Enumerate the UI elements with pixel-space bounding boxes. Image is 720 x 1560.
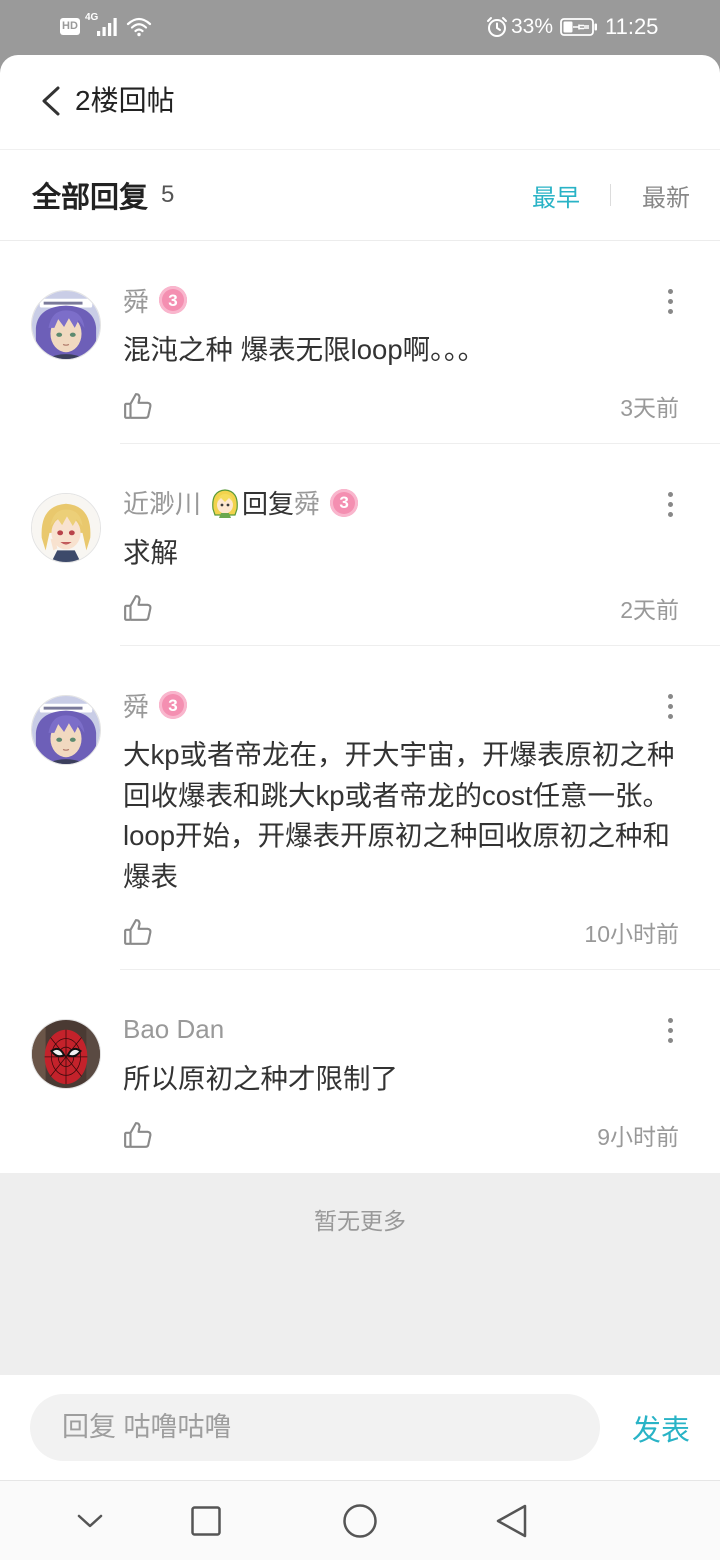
thumbs-up-icon[interactable] xyxy=(123,593,153,623)
reply-input[interactable] xyxy=(30,1394,600,1461)
reply-content-line: 回收爆表和跳大kp或者帝龙的cost任意一张。 xyxy=(123,779,670,811)
sort-earliest-tab[interactable]: 最早 xyxy=(532,178,580,213)
reply-item[interactable]: Bao Dan 所以原初之种才限制了 9小时前 xyxy=(0,970,720,1173)
reply-item[interactable]: 近渺川 回复 舜 3 求解 2天前 xyxy=(0,444,720,646)
reply-bar: 发表 xyxy=(0,1375,720,1480)
reply-content-line: 所以原初之种才限制了 xyxy=(123,1063,398,1094)
reply-content[interactable]: 大kp或者帝龙在，开大宇宙，开爆表原初之种 回收爆表和跳大kp或者帝龙的cost… xyxy=(123,735,720,897)
submit-button[interactable]: 发表 xyxy=(632,1407,690,1449)
author-name[interactable]: 舜 xyxy=(123,282,149,319)
list-end: 暂无更多 xyxy=(0,1172,720,1375)
sort-latest-tab[interactable]: 最新 xyxy=(642,178,690,213)
sort-divider xyxy=(610,184,611,206)
spiderman-avatar-icon[interactable] xyxy=(31,1019,101,1089)
more-vertical-icon[interactable] xyxy=(667,491,673,517)
reply-content-line: 爆表 xyxy=(123,860,178,892)
thumbs-up-icon[interactable] xyxy=(123,1120,153,1150)
reply-content-line: loop开始，开爆表开原初之种回收原初之种和 xyxy=(123,820,670,851)
back-triangle-icon[interactable] xyxy=(482,1481,542,1560)
author-row: 舜 3 xyxy=(123,282,720,318)
reply-meta: 3天前 xyxy=(123,386,720,426)
reply-sheet: 2楼回帖 全部回复 5 最早 最新 舜 3 混沌之种 爆表无限loop啊。。。 … xyxy=(0,55,720,1560)
reply-content-line: 混沌之种 爆表无限loop啊。。。 xyxy=(123,334,486,365)
sheet-header: 2楼回帖 xyxy=(0,55,720,150)
home-circle-icon[interactable] xyxy=(330,1481,390,1560)
replies-title: 全部回复 xyxy=(32,182,149,214)
reply-time: 10小时前 xyxy=(584,921,679,947)
reply-content[interactable]: 混沌之种 爆表无限loop啊。。。 xyxy=(123,330,720,371)
reply-time: 2天前 xyxy=(620,597,679,623)
reply-content[interactable]: 求解 xyxy=(123,533,720,574)
reply-to-label: 回复 xyxy=(242,489,295,519)
reply-meta: 9小时前 xyxy=(123,1115,720,1155)
page-title: 2楼回帖 xyxy=(75,85,175,116)
status-time: 11:25 xyxy=(605,14,659,39)
wifi-icon xyxy=(126,17,152,37)
sort-toggle: 最早 最新 xyxy=(532,178,690,213)
author-name[interactable]: 舜 xyxy=(123,687,149,724)
replies-section-header: 全部回复 5 最早 最新 xyxy=(0,150,720,241)
thumbs-up-icon[interactable] xyxy=(123,917,153,947)
thumbs-up-icon[interactable] xyxy=(123,391,153,421)
status-bar: HD 4G 33% 11:25 xyxy=(0,0,720,55)
chibi-emblem-icon xyxy=(212,488,238,518)
reply-meta: 2天前 xyxy=(123,588,720,628)
anime-avatar-icon[interactable] xyxy=(31,695,101,765)
hd-icon: HD xyxy=(60,18,80,35)
anime-girl-avatar-icon[interactable] xyxy=(31,492,101,563)
battery-charging-icon xyxy=(560,18,597,36)
level-badge: 3 xyxy=(330,488,359,517)
chevron-left-icon[interactable] xyxy=(38,85,64,117)
author-row: 舜 3 xyxy=(123,687,720,723)
replies-count: 5 xyxy=(161,181,175,208)
battery-percent: 33% xyxy=(511,15,554,38)
reply-content-line: 求解 xyxy=(123,536,178,568)
author-row: Bao Dan xyxy=(123,1011,720,1047)
alarm-clock-icon xyxy=(487,17,507,37)
reply-item[interactable]: 舜 3 混沌之种 爆表无限loop啊。。。 3天前 xyxy=(0,241,720,444)
author-row: 近渺川 回复 舜 3 xyxy=(123,485,720,521)
more-vertical-icon[interactable] xyxy=(667,289,673,314)
level-badge: 3 xyxy=(159,286,188,314)
no-more-text: 暂无更多 xyxy=(314,1207,406,1234)
reply-content-line: 大kp或者帝龙在，开大宇宙，开爆表原初之种 xyxy=(123,739,675,770)
reply-content[interactable]: 所以原初之种才限制了 xyxy=(123,1059,720,1100)
author-name[interactable]: 近渺川 xyxy=(123,484,201,521)
level-badge: 3 xyxy=(159,691,188,719)
reply-list: 舜 3 混沌之种 爆表无限loop啊。。。 3天前 近渺川 回复 舜 3 求解 … xyxy=(0,241,720,1173)
more-vertical-icon[interactable] xyxy=(667,1018,673,1043)
chevron-down-icon[interactable] xyxy=(60,1481,120,1560)
reply-to-name[interactable]: 舜 xyxy=(294,484,320,521)
more-vertical-icon[interactable] xyxy=(667,694,673,719)
reply-meta: 10小时前 xyxy=(123,912,720,952)
reply-time: 3天前 xyxy=(620,394,679,421)
anime-avatar-icon[interactable] xyxy=(31,290,101,360)
author-name[interactable]: Bao Dan xyxy=(123,1014,224,1045)
reply-time: 9小时前 xyxy=(597,1123,679,1150)
signal-bars-icon xyxy=(97,18,117,36)
reply-item[interactable]: 舜 3 大kp或者帝龙在，开大宇宙，开爆表原初之种 回收爆表和跳大kp或者帝龙的… xyxy=(0,646,720,970)
system-nav-bar xyxy=(0,1480,720,1560)
recents-square-icon[interactable] xyxy=(176,1481,236,1560)
